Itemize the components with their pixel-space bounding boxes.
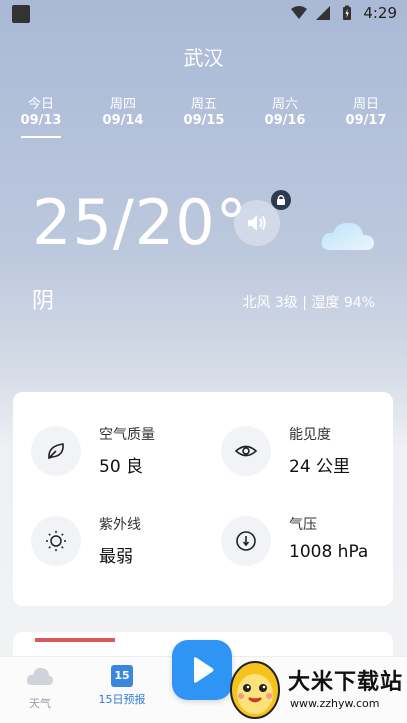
leaf-icon: [31, 426, 81, 476]
tab-day-name: 今日: [27, 97, 54, 112]
air-quality-value: 50 良: [99, 457, 144, 477]
cloud-nav-icon: [26, 667, 53, 685]
weather-details-card: 空气质量 50 良 能见度 24 公里 紫外线 最弱 气压 1008 hPa: [13, 392, 393, 606]
nav-weather-label: 天气: [29, 697, 51, 710]
signal-icon: [316, 6, 331, 20]
calendar-icon: 15: [111, 665, 133, 687]
sun-icon: [31, 516, 81, 566]
tab-day-date: 09/16: [264, 113, 306, 128]
tab-day-name: 周日: [352, 97, 379, 112]
nav-weather[interactable]: 天气: [22, 665, 58, 711]
eye-icon: [221, 426, 271, 476]
weather-condition: 阴: [32, 289, 55, 314]
battery-icon: [343, 5, 352, 20]
city-title[interactable]: 武汉: [0, 42, 407, 71]
uv-label: 紫外线: [99, 517, 141, 533]
lock-icon: [277, 195, 285, 205]
tab-day-date: 09/17: [345, 113, 387, 128]
tab-day-name: 周五: [190, 97, 217, 112]
air-quality-label: 空气质量: [99, 427, 155, 443]
pressure-gauge-icon: [221, 516, 271, 566]
uv-item[interactable]: 紫外线 最弱: [13, 502, 193, 582]
wifi-icon: [291, 6, 308, 19]
tab-day-4[interactable]: 周日 09/17: [336, 93, 396, 128]
pressure-item[interactable]: 气压 1008 hPa: [203, 502, 383, 582]
wind-humidity: 北风 3级 | 湿度 94%: [242, 295, 375, 311]
visibility-label: 能见度: [289, 427, 331, 443]
watermark: 大米下载站 www.zzhyw.com: [222, 650, 407, 723]
visibility-item[interactable]: 能见度 24 公里: [203, 412, 383, 492]
notification-icon: [12, 5, 30, 23]
watermark-text: 大米下载站: [288, 670, 404, 695]
lock-badge: [271, 190, 291, 210]
tab-day-name: 周六: [271, 97, 298, 112]
tab-day-1[interactable]: 周四 09/14: [93, 93, 153, 128]
play-icon: [194, 657, 214, 683]
tab-day-date: 09/15: [183, 113, 225, 128]
tab-day-date: 09/13: [20, 113, 62, 128]
nav-forecast[interactable]: 15 15日预报: [96, 665, 148, 707]
tab-day-3[interactable]: 周六 09/16: [255, 93, 315, 128]
mascot-logo: [230, 661, 280, 719]
status-bar: 4:29: [0, 0, 407, 28]
pressure-label: 气压: [289, 517, 317, 533]
tab-day-0[interactable]: 今日 09/13: [11, 93, 71, 138]
cloud-icon: [321, 222, 374, 250]
day-tabs: 今日 09/13 周四 09/14 周五 09/15 周六 09/16 周日 0…: [0, 93, 407, 138]
temperature: 25/20°: [32, 186, 248, 259]
tab-day-2[interactable]: 周五 09/15: [174, 93, 234, 128]
visibility-value: 24 公里: [289, 457, 351, 477]
speaker-icon: [248, 215, 266, 231]
next-card-header: [35, 638, 115, 654]
tab-day-date: 09/14: [102, 113, 144, 128]
air-quality-item[interactable]: 空气质量 50 良: [13, 412, 193, 492]
pressure-value: 1008 hPa: [289, 542, 369, 562]
tab-day-name: 周四: [109, 97, 136, 112]
watermark-url: www.zzhyw.com: [290, 697, 380, 710]
status-time: 4:29: [363, 4, 397, 22]
uv-value: 最弱: [99, 547, 133, 567]
nav-forecast-label: 15日预报: [98, 693, 146, 706]
